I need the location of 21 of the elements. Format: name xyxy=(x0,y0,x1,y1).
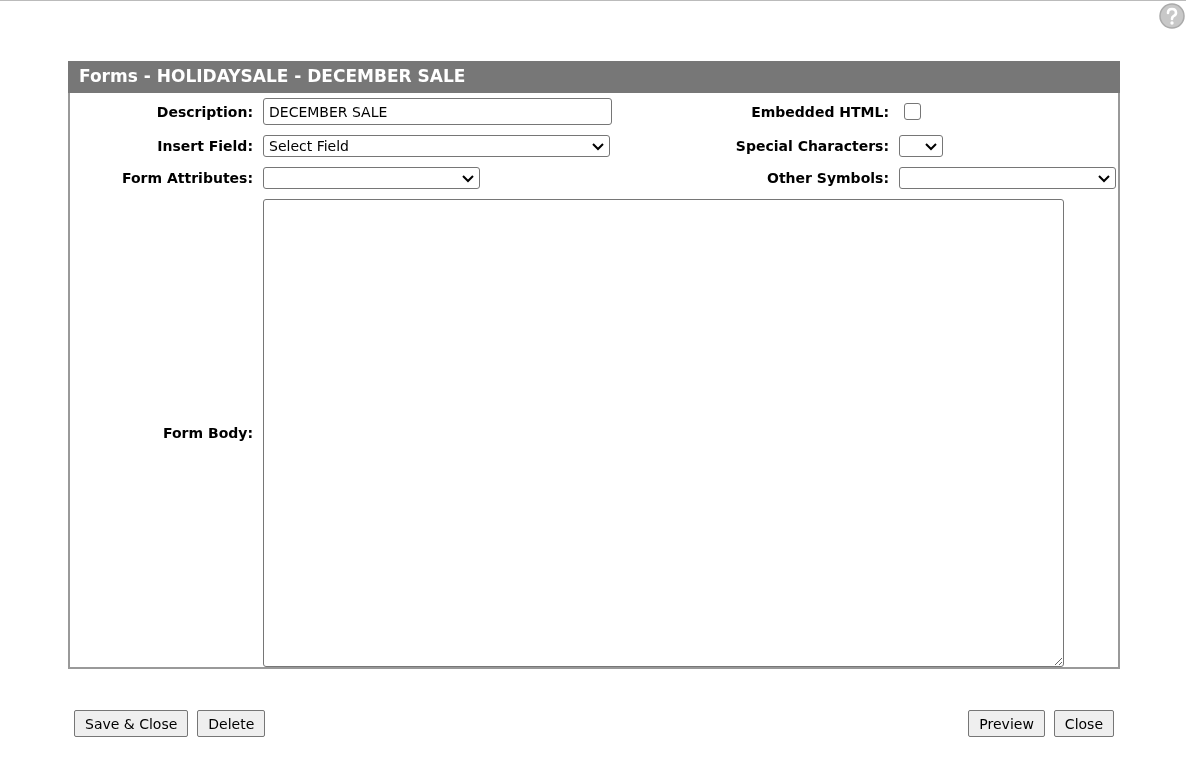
text-field[interactable]: DECEMBER SALE xyxy=(263,98,612,125)
field-label: Form Attributes: xyxy=(122,170,253,186)
action-button[interactable]: Close xyxy=(1053,710,1114,737)
action-button[interactable]: Save & Close xyxy=(74,710,189,737)
field-label: Other Symbols: xyxy=(767,170,889,186)
action-button[interactable]: Delete xyxy=(197,710,266,737)
field-label: Form Body: xyxy=(163,425,253,441)
field-label: Insert Field: xyxy=(157,138,253,154)
action-button[interactable]: Preview xyxy=(968,710,1045,737)
panel-title: Forms - HOLIDAYSALE - DECEMBER SALE xyxy=(68,61,1120,93)
dropdown[interactable] xyxy=(899,135,943,157)
chevron-icon xyxy=(924,141,938,151)
field-label: Special Characters: xyxy=(735,138,889,154)
field-label: Embedded HTML: xyxy=(751,103,889,120)
field-label: Description: xyxy=(156,103,253,120)
help-icon[interactable] xyxy=(1159,3,1185,29)
chevron-icon xyxy=(591,141,605,151)
checkbox[interactable] xyxy=(904,103,921,120)
chevron-icon xyxy=(1097,173,1111,183)
dropdown[interactable]: Select Field xyxy=(263,135,610,157)
chevron-icon xyxy=(461,173,475,183)
